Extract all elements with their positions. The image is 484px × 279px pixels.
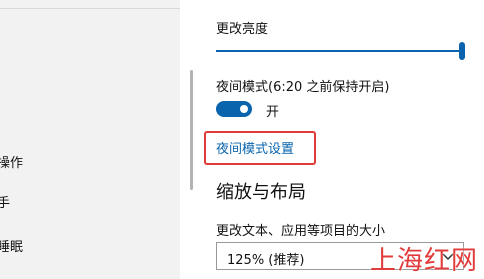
sidebar-item-hand[interactable]: 手 (0, 192, 10, 211)
scale-layout-heading: 缩放与布局 (216, 182, 306, 203)
sidebar-item-operation[interactable]: 操作 (0, 152, 23, 171)
night-mode-toggle[interactable] (216, 101, 252, 117)
settings-sidebar: 操作 手 睡眠 (0, 0, 180, 279)
scale-select-value: 125% (推荐) (227, 253, 305, 268)
display-settings-panel: 更改亮度 夜间模式(6:20 之前保持开启) 开 夜间模式设置 缩放与布局 更改… (196, 0, 484, 279)
toggle-knob (240, 105, 248, 113)
watermark: 上海红网 (370, 246, 479, 276)
sidebar-divider (0, 0, 180, 9)
scale-label: 更改文本、应用等项目的大小 (216, 224, 386, 239)
sidebar-item-sleep[interactable]: 睡眠 (0, 236, 23, 255)
brightness-slider-thumb[interactable] (459, 42, 465, 60)
night-mode-settings-link[interactable]: 夜间模式设置 (216, 138, 294, 157)
scrollbar[interactable] (190, 70, 193, 190)
brightness-label: 更改亮度 (216, 22, 269, 37)
night-mode-state: 开 (266, 105, 280, 120)
brightness-slider-track[interactable] (216, 50, 462, 52)
night-mode-label: 夜间模式(6:20 之前保持开启) (216, 80, 390, 95)
